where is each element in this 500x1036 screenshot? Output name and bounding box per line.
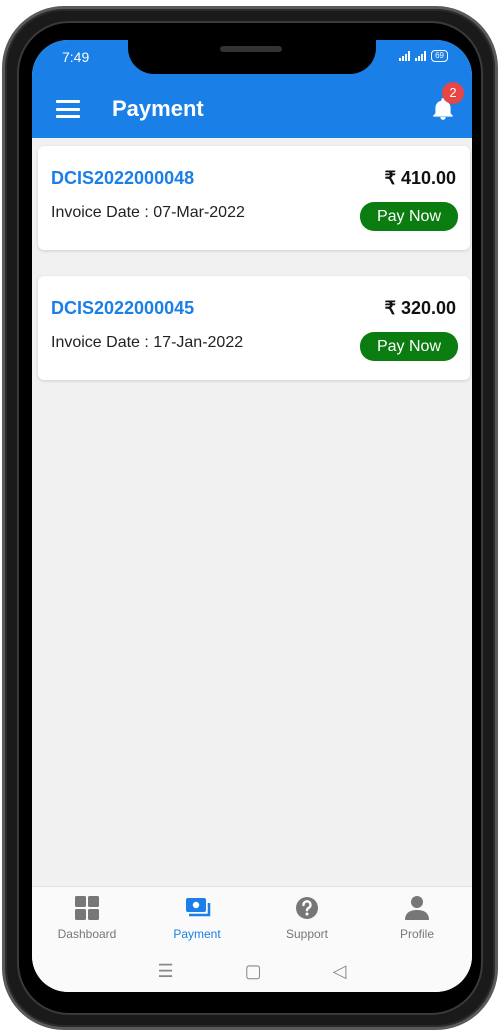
signal-icon — [415, 51, 427, 61]
invoice-date: Invoice Date : 07-Mar-2022 — [51, 204, 245, 221]
pay-now-button[interactable]: Pay Now — [360, 332, 458, 361]
dashboard-icon — [75, 896, 99, 920]
invoice-number: DCIS2022000045 — [51, 298, 195, 318]
invoice-amount: ₹ 320.00 — [384, 298, 456, 318]
app-header: 7:49 69 Payment 2 — [32, 40, 472, 138]
nav-payment[interactable]: Payment — [142, 887, 252, 950]
nav-profile[interactable]: Profile — [362, 887, 472, 950]
invoice-amount: ₹ 410.00 — [384, 168, 456, 188]
menu-icon[interactable] — [56, 100, 80, 118]
nav-label: Support — [285, 927, 329, 941]
invoice-number: DCIS2022000048 — [51, 168, 195, 188]
nav-dashboard[interactable]: Dashboard — [32, 887, 142, 950]
nav-label: Payment — [173, 927, 221, 941]
status-icons: 69 — [399, 50, 448, 62]
invoice-card: DCIS2022000048 ₹ 410.00 Invoice Date : 0… — [38, 146, 470, 250]
home-icon[interactable]: ▢ — [245, 961, 262, 982]
pay-now-button[interactable]: Pay Now — [360, 202, 458, 231]
support-icon — [296, 897, 318, 919]
battery-icon: 69 — [431, 50, 448, 62]
speaker-grille — [220, 46, 282, 52]
nav-support[interactable]: Support — [252, 887, 362, 950]
notch — [128, 40, 376, 74]
nav-label: Dashboard — [57, 927, 117, 941]
recent-apps-icon[interactable]: ☰ — [158, 961, 174, 982]
notification-badge: 2 — [442, 82, 464, 104]
nav-label: Profile — [399, 927, 434, 941]
invoice-card: DCIS2022000045 ₹ 320.00 Invoice Date : 1… — [38, 276, 470, 380]
app-screen: 7:49 69 Payment 2 DCIS2022000048 ₹ 410.0… — [32, 40, 472, 992]
bottom-nav: Dashboard Payment Support Profile — [32, 886, 472, 950]
page-title: Payment — [112, 96, 204, 121]
invoice-date: Invoice Date : 17-Jan-2022 — [51, 334, 244, 351]
status-time: 7:49 — [62, 49, 90, 65]
back-icon[interactable]: ◁ — [333, 961, 347, 982]
profile-icon — [405, 896, 429, 920]
signal-icon — [399, 51, 411, 61]
payment-icon — [186, 898, 211, 917]
invoice-list: DCIS2022000048 ₹ 410.00 Invoice Date : 0… — [38, 146, 470, 406]
system-nav-bar: ☰ ▢ ◁ — [32, 950, 472, 992]
